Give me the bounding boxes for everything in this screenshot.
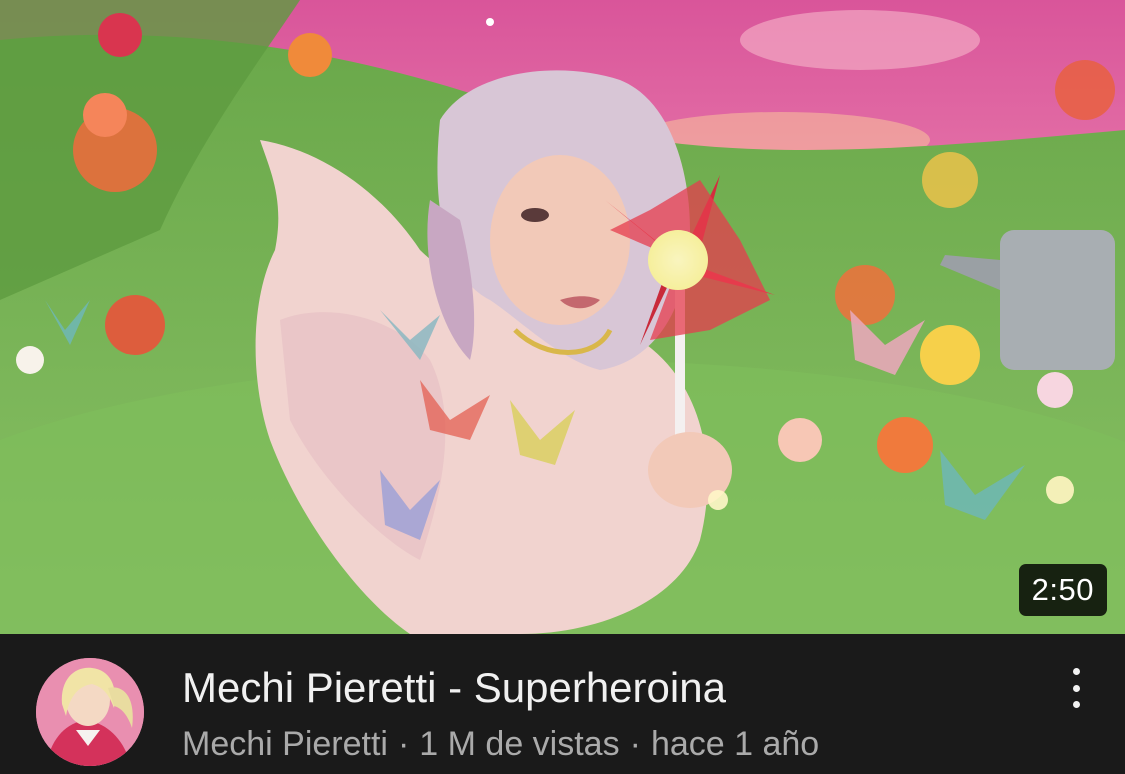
video-card[interactable]: 2:50 Mechi Pieretti - Superheroina Mechi… xyxy=(0,0,1125,774)
thumbnail-image xyxy=(0,0,1125,634)
video-subline: Mechi Pieretti · 1 M de vistas · hace 1 año xyxy=(182,724,819,764)
menu-dot xyxy=(1072,668,1080,675)
menu-dot xyxy=(1072,684,1080,692)
video-thumbnail[interactable]: 2:50 xyxy=(0,0,1125,634)
separator: · xyxy=(397,725,410,763)
video-title[interactable]: Mechi Pieretti - Superheroina xyxy=(182,664,726,712)
channel-avatar[interactable] xyxy=(36,658,144,766)
upload-age: hace 1 año xyxy=(650,725,820,763)
menu-dot xyxy=(1072,701,1080,708)
channel-name[interactable]: Mechi Pieretti xyxy=(182,725,388,763)
more-vertical-icon[interactable] xyxy=(1061,668,1091,708)
video-meta: Mechi Pieretti - Superheroina Mechi Pier… xyxy=(0,634,1125,774)
duration-badge: 2:50 xyxy=(1018,564,1107,616)
avatar-icon xyxy=(36,658,144,766)
view-count: 1 M de vistas xyxy=(419,725,620,763)
separator: · xyxy=(629,725,641,763)
